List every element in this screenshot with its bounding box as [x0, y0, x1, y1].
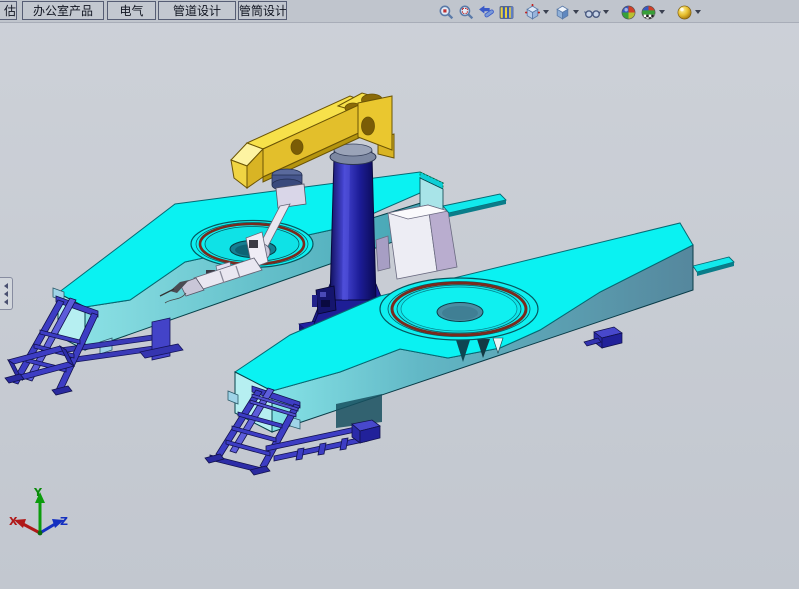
hide-show-items-icon[interactable] — [583, 3, 601, 21]
edit-appearance-icon[interactable] — [619, 3, 637, 21]
triad-z-label: Z — [60, 515, 68, 528]
previous-view-icon[interactable] — [477, 3, 495, 21]
apply-scene-icon[interactable] — [639, 3, 657, 21]
tab-evaluate-partial[interactable]: 估 — [0, 1, 17, 20]
view-orientation-dropdown[interactable] — [543, 10, 549, 14]
hide-show-items-dropdown[interactable] — [603, 10, 609, 14]
view-orientation-icon[interactable] — [523, 3, 541, 21]
beam-bracket — [584, 327, 622, 348]
fixture-block[interactable] — [376, 205, 457, 279]
view-settings-icon[interactable] — [675, 3, 693, 21]
apply-scene-dropdown[interactable] — [659, 10, 665, 14]
triad-x-label: X — [9, 515, 18, 528]
tab-piping-design[interactable]: 管道设计 — [158, 1, 236, 20]
section-view-icon[interactable] — [497, 3, 515, 21]
controller-box[interactable] — [312, 286, 336, 314]
display-style-dropdown[interactable] — [573, 10, 579, 14]
heads-up-view-toolbar — [436, 2, 704, 22]
solidworks-window: X Y Z 估 办公室产品 电气 管道设计 管筒设计 — [0, 0, 799, 589]
collapse-arrow-icon — [4, 283, 8, 289]
left-beam-fin[interactable] — [443, 194, 506, 217]
display-style-icon[interactable] — [553, 3, 571, 21]
tab-office-products[interactable]: 办公室产品 — [22, 1, 104, 20]
triad-y-label: Y — [33, 486, 43, 499]
stand-left[interactable] — [5, 296, 98, 395]
right-ring[interactable] — [380, 278, 538, 340]
feature-panel-splitter[interactable] — [0, 277, 13, 310]
tab-tubing-design[interactable]: 管筒设计 — [238, 1, 287, 20]
orientation-triad: X Y Z — [9, 486, 68, 535]
zoom-to-fit-icon[interactable] — [437, 3, 455, 21]
zoom-to-area-icon[interactable] — [457, 3, 475, 21]
collapse-arrow-icon — [4, 291, 8, 297]
tab-electrical[interactable]: 电气 — [107, 1, 156, 20]
collapse-arrow-icon — [4, 299, 8, 305]
graphics-viewport[interactable]: X Y Z — [0, 0, 799, 589]
view-settings-dropdown[interactable] — [695, 10, 701, 14]
